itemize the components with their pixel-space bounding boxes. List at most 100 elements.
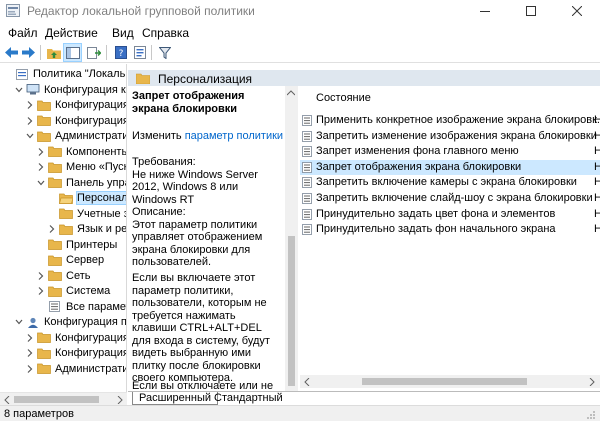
- tree-expander[interactable]: [36, 178, 46, 188]
- tree-expander[interactable]: [47, 224, 57, 234]
- scroll-thumb[interactable]: [362, 378, 527, 385]
- tree-item[interactable]: Сеть: [36, 268, 90, 284]
- settings-list-icon: [49, 301, 60, 312]
- edit-policy-link[interactable]: параметр политики: [185, 130, 283, 142]
- user-icon: [28, 317, 38, 328]
- tree-expander[interactable]: [14, 317, 24, 327]
- resize-grip-icon[interactable]: [586, 410, 596, 420]
- tree-item[interactable]: Конфигурация п: [25, 330, 127, 346]
- tree-expander[interactable]: [25, 131, 35, 141]
- tree-expander: [36, 302, 46, 312]
- tree-item[interactable]: Политика "Локальный: [3, 66, 126, 82]
- setting-row[interactable]: Принудительно задать фон начального экра…: [300, 222, 600, 237]
- tree-item-label: Конфигурация п: [55, 331, 127, 344]
- tree-expander[interactable]: [25, 100, 35, 110]
- export-list-icon: [86, 46, 101, 59]
- no-children-spacer: [47, 193, 57, 203]
- tab-standard[interactable]: Стандартный: [208, 392, 289, 405]
- tree-expander[interactable]: [25, 333, 35, 343]
- minimize-button[interactable]: [462, 0, 508, 22]
- up-level-button[interactable]: [45, 44, 62, 61]
- tree-horizontal-scrollbar[interactable]: [0, 392, 127, 405]
- filter-icon: [158, 46, 171, 59]
- menu-action[interactable]: Действие: [45, 26, 98, 40]
- policy-icon: [16, 68, 28, 80]
- menu-help[interactable]: Справка: [142, 26, 189, 40]
- collapsed-chevron-icon: [38, 287, 44, 295]
- close-icon: [572, 6, 582, 16]
- tree-item[interactable]: Меню «Пуск: [36, 159, 126, 175]
- maximize-button[interactable]: [508, 0, 554, 22]
- tree-expander[interactable]: [36, 147, 46, 157]
- minimize-icon: [480, 11, 490, 12]
- setting-row[interactable]: Принудительно задать цвет фона и элемент…: [300, 207, 600, 222]
- tree-item[interactable]: Система: [36, 283, 110, 299]
- setting-row[interactable]: Запретить включение камеры с экрана блок…: [300, 175, 600, 190]
- setting-row[interactable]: Применить конкретное изображение экрана …: [300, 113, 600, 128]
- description-text-3: Если вы отключаете или не: [132, 380, 274, 391]
- tree-item[interactable]: Персонал: [47, 190, 126, 206]
- folder-icon: [48, 270, 62, 281]
- tree-item[interactable]: Конфигурация п: [25, 97, 126, 113]
- description-vertical-scrollbar[interactable]: [285, 86, 298, 391]
- view-tabs: Расширенный Стандартный: [128, 391, 600, 405]
- expanded-chevron-icon: [37, 180, 45, 185]
- close-button[interactable]: [554, 0, 600, 22]
- filter-button[interactable]: [156, 44, 173, 61]
- column-header-state[interactable]: Состояние: [316, 92, 371, 104]
- tree-expander[interactable]: [25, 348, 35, 358]
- list-horizontal-scrollbar[interactable]: [300, 375, 600, 388]
- collapsed-chevron-icon: [27, 364, 33, 373]
- folder-icon: [37, 332, 51, 343]
- folder-open-icon: [59, 193, 73, 204]
- tree-expander[interactable]: [36, 271, 46, 281]
- tree-expander[interactable]: [25, 116, 35, 126]
- scroll-thumb[interactable]: [14, 396, 99, 403]
- policy-setting-icon: [302, 161, 312, 173]
- tree-item[interactable]: Конфигурация V: [25, 113, 126, 129]
- export-list-button[interactable]: [85, 44, 102, 61]
- setting-row[interactable]: Запретить изменение изображения экрана б…: [300, 129, 600, 144]
- help-button[interactable]: ?: [112, 44, 129, 61]
- status-text: 8 параметров: [4, 408, 74, 420]
- forward-button[interactable]: [20, 44, 37, 61]
- tree-item-label: Все парамет: [66, 300, 127, 313]
- tree-expander[interactable]: [25, 364, 35, 374]
- tree-expander[interactable]: [14, 85, 24, 95]
- tree-item[interactable]: Административн: [25, 128, 126, 144]
- tree-item[interactable]: Конфигурация V: [25, 345, 126, 361]
- tree-expander[interactable]: [36, 162, 46, 172]
- properties-button[interactable]: [131, 44, 148, 61]
- menu-file[interactable]: Файл: [8, 26, 38, 40]
- tree-item[interactable]: Административн: [25, 361, 126, 377]
- setting-state: Н: [594, 207, 600, 220]
- back-arrow-icon: [5, 47, 18, 58]
- collapsed-chevron-icon: [27, 333, 33, 342]
- scroll-thumb[interactable]: [288, 236, 295, 386]
- tree-expander[interactable]: [36, 286, 46, 296]
- tree-item[interactable]: Компоненты: [36, 144, 126, 160]
- tree-item[interactable]: Учетные з: [47, 206, 126, 222]
- tree-item[interactable]: Язык и ре: [47, 221, 126, 237]
- setting-row[interactable]: Запретить включение слайд-шоу с экрана б…: [300, 191, 600, 206]
- tree-item-label: Принтеры: [66, 238, 118, 251]
- tree-item[interactable]: Принтеры: [36, 237, 117, 253]
- status-bar: 8 параметров: [0, 405, 600, 421]
- setting-row[interactable]: Запрет изменения фона главного меню Н: [300, 144, 600, 159]
- tree-item[interactable]: Конфигурация поль: [14, 314, 126, 330]
- tree-item[interactable]: Все парамет: [36, 299, 127, 315]
- tree-item[interactable]: Сервер: [36, 252, 104, 268]
- menu-view[interactable]: Вид: [112, 26, 134, 40]
- setting-row[interactable]: Запрет отображения экрана блокировки Н: [300, 159, 600, 175]
- back-button[interactable]: [3, 44, 20, 61]
- policy-setting-icon: [302, 115, 312, 126]
- tree-item-label: Сеть: [66, 269, 91, 282]
- expanded-chevron-icon: [15, 319, 23, 325]
- tree-item[interactable]: Панель упра: [36, 175, 126, 191]
- setting-name: Запретить включение слайд-шоу с экрана б…: [316, 192, 593, 204]
- show-hide-tree-button[interactable]: [63, 43, 82, 62]
- tree-item[interactable]: Конфигурация комп: [14, 82, 126, 98]
- maximize-icon: [526, 6, 536, 16]
- tab-extended[interactable]: Расширенный: [132, 392, 218, 405]
- settings-list: Состояние Применить конкретное изображен…: [300, 86, 600, 391]
